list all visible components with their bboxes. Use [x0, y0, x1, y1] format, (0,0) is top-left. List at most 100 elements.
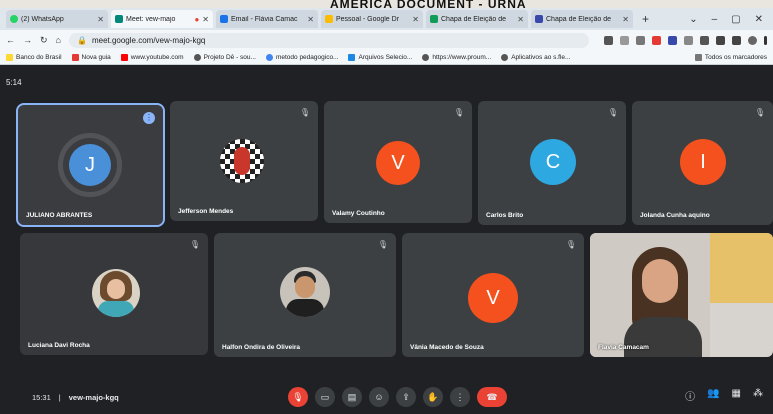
extension-icon[interactable] — [684, 35, 693, 45]
globe-icon — [422, 53, 430, 61]
browser-tab-sheet-2[interactable]: Chapa de Eleição de ✕ — [531, 10, 633, 28]
participant-tile[interactable]: 🎙 I Jolanda Cunha aquino — [632, 101, 773, 225]
participant-tile[interactable]: 🎙 Luciana Davi Rocha — [20, 233, 208, 355]
participant-name: Jefferson Mendes — [178, 208, 234, 215]
url-text: meet.google.com/vew-majo-kgq — [91, 35, 206, 45]
participant-tile[interactable]: ⋮ J JULIANO ABRANTES — [16, 103, 165, 227]
bookmark-youtube[interactable]: www.youtube.com — [120, 53, 184, 61]
participant-tile[interactable]: 🎙 C Carlos Brito — [478, 101, 626, 225]
tab-search-icon[interactable]: ⌄ — [689, 14, 697, 25]
meeting-code: vew-majo-kgq — [68, 392, 119, 402]
face-shape — [295, 276, 315, 298]
folder-icon — [348, 53, 356, 61]
clock-bottom: 15:31 — [32, 392, 51, 402]
bookmarks-bar: Banco do Brasil Nova guia www.youtube.co… — [0, 50, 773, 65]
captions-button[interactable]: ▤ — [342, 387, 362, 407]
address-bar[interactable]: 🔒 meet.google.com/vew-majo-kgq — [68, 32, 589, 48]
meet-control-bar: 15:31 | vew-majo-kgq 🎙 ▭ ▤ ☺ ⇪ ✋ ⋮ ☎ ⓘ 👥… — [0, 380, 773, 414]
mic-off-icon: 🎙 — [299, 108, 310, 117]
raise-hand-button[interactable]: ✋ — [423, 387, 443, 407]
shirt-shape — [624, 317, 702, 357]
speaking-indicator-icon: ⋮ — [143, 112, 155, 124]
camera-indicator-icon[interactable] — [604, 35, 613, 45]
close-window-icon[interactable]: ✕ — [755, 14, 763, 25]
close-tab-icon[interactable]: ✕ — [97, 15, 104, 24]
emoji-button[interactable]: ☺ — [369, 387, 389, 407]
close-tab-icon[interactable]: ✕ — [307, 15, 314, 24]
folder-icon — [694, 53, 702, 61]
browser-tab-bar: (2) WhatsApp ✕ Meet: vew-majo ● ✕ Email … — [0, 8, 773, 30]
bookmark-projeto[interactable]: Projeto Dê - sou... — [193, 53, 256, 61]
close-tab-icon[interactable]: ✕ — [202, 15, 209, 24]
globe-icon — [501, 53, 509, 61]
participant-name: Luciana Davi Rocha — [28, 342, 90, 349]
profile-icon[interactable] — [748, 35, 757, 45]
bookmark-metodo[interactable]: metodo pedagogico... — [265, 53, 338, 61]
mail-icon — [220, 15, 228, 23]
mic-toggle-button[interactable]: 🎙 — [288, 387, 308, 407]
extension-blue-icon[interactable] — [668, 35, 677, 45]
shirt-shape — [98, 301, 134, 317]
camera-toggle-button[interactable]: ▭ — [315, 387, 335, 407]
sidebar-icon[interactable] — [732, 35, 741, 45]
whatsapp-icon — [10, 15, 18, 23]
forms-icon — [535, 15, 543, 23]
people-icon[interactable]: 👥 — [707, 388, 719, 403]
back-icon[interactable]: ← — [6, 35, 15, 45]
bookmark-aplicativos[interactable]: Aplicativos ao s.fle... — [501, 53, 570, 61]
mic-off-icon: 🎙 — [377, 240, 388, 249]
bookmark-nova-guia[interactable]: Nova guia — [71, 53, 111, 61]
participant-tile[interactable]: 🎙 Jefferson Mendes — [170, 101, 318, 221]
extension-red-icon[interactable] — [652, 35, 661, 45]
maximize-icon[interactable]: ▢ — [731, 14, 740, 25]
lock-icon: 🔒 — [76, 35, 87, 45]
window-controls: ⌄ – ▢ ✕ — [689, 14, 773, 25]
close-tab-icon[interactable]: ✕ — [622, 15, 629, 24]
bookmark-icon — [71, 53, 79, 61]
browser-tab-whatsapp[interactable]: (2) WhatsApp ✕ — [6, 10, 108, 28]
google-icon — [265, 53, 273, 61]
all-bookmarks-folder[interactable]: Todos os marcadores — [694, 53, 767, 61]
drive-icon — [325, 15, 333, 23]
mic-off-icon: 🎙 — [565, 240, 576, 249]
bookmark-arquivos[interactable]: Arquivos Selecio... — [348, 53, 412, 61]
side-controls: ⓘ 👥 ▦ ⁂ — [685, 388, 763, 403]
video-background-window — [710, 233, 773, 303]
mic-off-icon: 🎙 — [754, 108, 765, 117]
participant-tile[interactable]: 🎙 V Vânia Macedo de Souza — [402, 233, 584, 357]
leave-call-button[interactable]: ☎ — [477, 387, 507, 407]
puzzle-icon[interactable] — [700, 35, 709, 45]
menu-icon[interactable] — [764, 35, 767, 45]
bookmark-icon — [6, 53, 13, 61]
browser-tab-drive[interactable]: Pessoal - Google Dr ✕ — [321, 10, 423, 28]
bookmark-proum[interactable]: https://www.proum... — [422, 53, 491, 61]
star-icon[interactable] — [636, 35, 645, 45]
browser-tab-sheet-1[interactable]: Chapa de Eleição de ✕ — [426, 10, 528, 28]
close-tab-icon[interactable]: ✕ — [412, 15, 419, 24]
home-icon[interactable]: ⌂ — [56, 35, 61, 45]
avatar-photo — [220, 139, 264, 183]
youtube-icon — [120, 53, 128, 61]
browser-tab-meet[interactable]: Meet: vew-majo ● ✕ — [111, 10, 213, 28]
browser-tab-email[interactable]: Email - Flávia Camac ✕ — [216, 10, 318, 28]
avatar: J — [69, 144, 111, 186]
present-button[interactable]: ⇪ — [396, 387, 416, 407]
close-tab-icon[interactable]: ✕ — [517, 15, 524, 24]
extension-icon[interactable] — [620, 35, 629, 45]
more-options-button[interactable]: ⋮ — [450, 387, 470, 407]
minimize-icon[interactable]: – — [712, 14, 718, 25]
download-icon[interactable] — [716, 35, 725, 45]
participant-tile-video[interactable]: Flavia Camacam — [590, 233, 773, 357]
info-icon[interactable]: ⓘ — [685, 388, 695, 403]
bookmark-banco-do-brasil[interactable]: Banco do Brasil — [6, 53, 62, 61]
activities-icon[interactable]: ⁂ — [753, 388, 763, 403]
forward-icon[interactable]: → — [23, 35, 32, 45]
participant-tile[interactable]: 🎙 V Valamy Coutinho — [324, 101, 472, 223]
new-tab-button[interactable]: + — [636, 12, 655, 26]
browser-toolbar: ← → ↻ ⌂ 🔒 meet.google.com/vew-majo-kgq — [0, 30, 773, 50]
participant-name: Jolanda Cunha aquino — [640, 212, 710, 219]
reload-icon[interactable]: ↻ — [40, 35, 48, 46]
chat-icon[interactable]: ▦ — [732, 388, 741, 403]
participant-tile[interactable]: 🎙 Halfon Ondira de Oliveira — [214, 233, 396, 357]
shirt-shape — [286, 299, 324, 317]
